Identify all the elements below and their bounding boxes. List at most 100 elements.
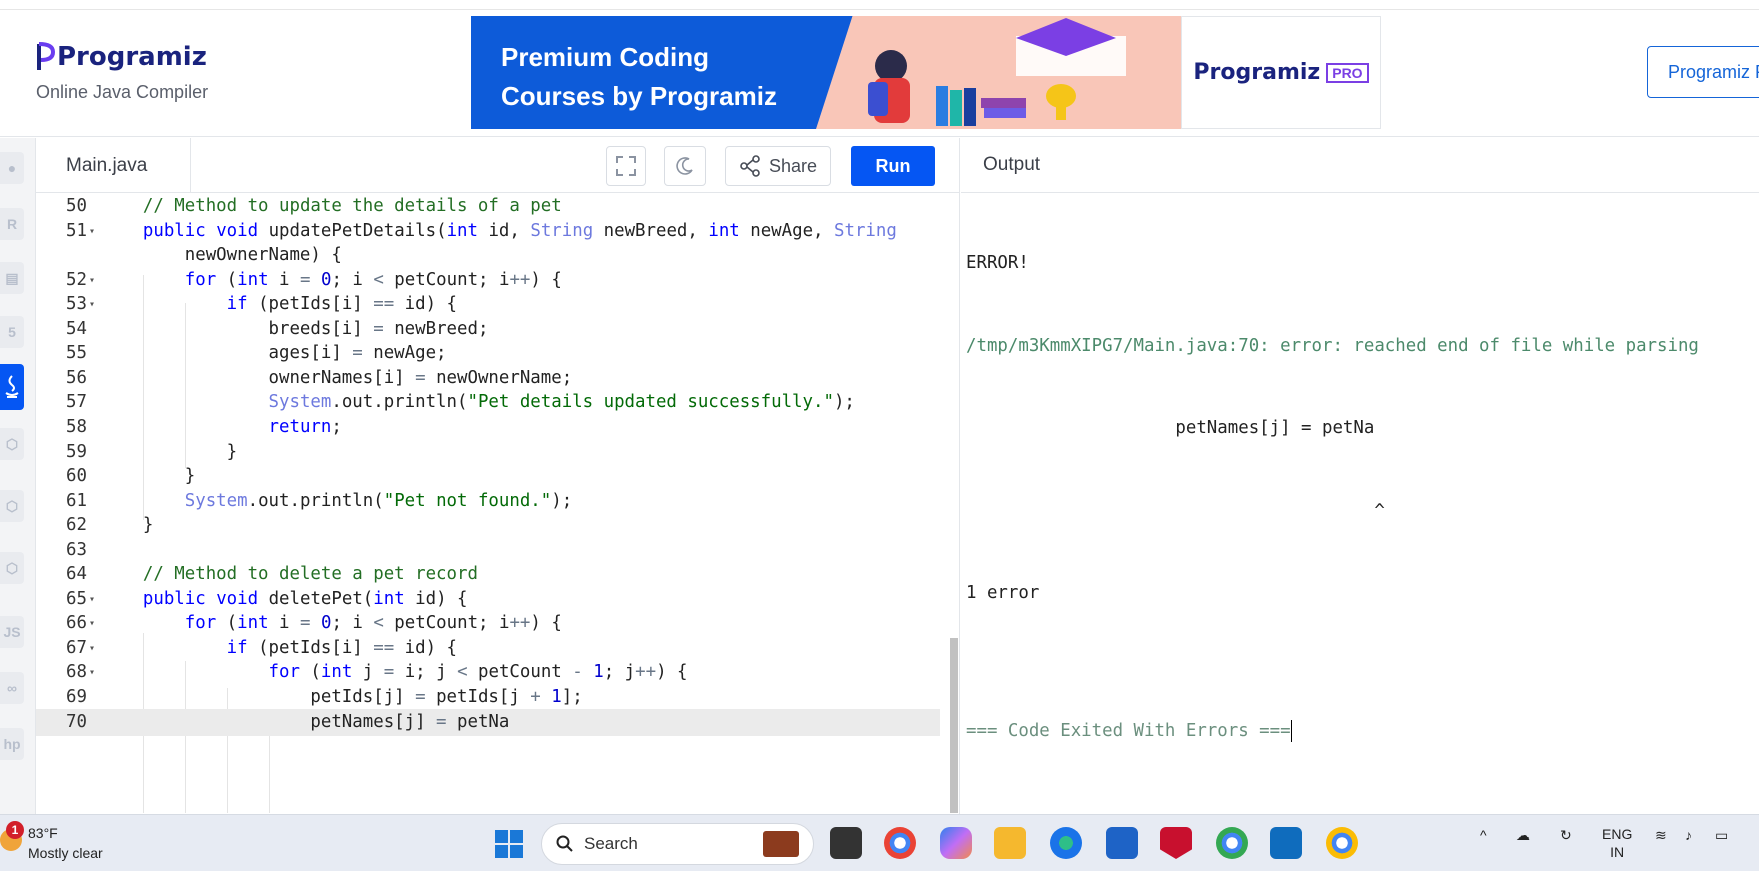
file-tab-main-java[interactable]: Main.java: [36, 138, 191, 193]
code-line[interactable]: 64 // Method to delete a pet record: [36, 561, 940, 589]
code-line[interactable]: 54 breeds[i] = newBreed;: [36, 316, 940, 344]
copilot-icon[interactable]: [940, 827, 972, 859]
mcafee-icon[interactable]: [1160, 827, 1192, 859]
code-line[interactable]: 53 ▾ if (petIds[i] == id) {: [36, 291, 940, 319]
taskbar-search[interactable]: Search: [541, 823, 814, 865]
code-text: if (petIds[i] == id) {: [226, 294, 458, 315]
outlook-icon[interactable]: [1270, 827, 1302, 859]
chrome-profile-icon[interactable]: [1216, 827, 1248, 859]
output-line: /tmp/m3KmmXIPG7/Main.java:70: error: rea…: [966, 335, 1699, 356]
store-icon[interactable]: [1106, 827, 1138, 859]
output-title: Output: [983, 154, 1041, 175]
c-lang-icon[interactable]: ⬡: [0, 428, 24, 460]
code-line[interactable]: 69 petIds[j] = petIds[j + 1];: [36, 684, 940, 712]
banner-pro-panel[interactable]: Programiz PRO: [1181, 16, 1381, 129]
notification-badge: 1: [6, 821, 24, 839]
code-area[interactable]: 50 // Method to update the details of a …: [36, 193, 960, 814]
output-line: === Code Exited With Errors ===: [966, 720, 1291, 741]
line-number: 53: [66, 294, 87, 315]
banner-text: Premium Coding Courses by Programiz: [501, 38, 777, 116]
chrome-alt-icon[interactable]: [1326, 827, 1358, 859]
html-icon[interactable]: 5: [0, 316, 24, 348]
language-sidebar: ● R ▤ 5 ⬡ ⬡ ⬡ JS ∞ hp: [0, 138, 36, 814]
code-line[interactable]: 51 ▾ public void updatePetDetails(int id,…: [36, 218, 940, 246]
weather-widget[interactable]: 83°F Mostly clear: [28, 823, 103, 863]
output-panel: Output ERROR! /tmp/m3KmmXIPG7/Main.java:…: [961, 138, 1759, 814]
site-header: Programiz Online Java Compiler Premium C…: [0, 10, 1759, 137]
code-line[interactable]: 56 ownerNames[i] = newOwnerName;: [36, 365, 940, 393]
share-label: Share: [768, 155, 818, 176]
share-button[interactable]: Share: [725, 146, 831, 186]
python-icon[interactable]: ●: [0, 152, 24, 184]
line-number: 56: [66, 367, 87, 388]
code-text: // Method to delete a pet record: [142, 564, 478, 585]
chrome-icon[interactable]: [884, 827, 916, 859]
brand[interactable]: Programiz Online Java Compiler: [36, 40, 208, 103]
csharp-icon[interactable]: ⬡: [0, 552, 24, 584]
code-line[interactable]: 58 return;: [36, 414, 940, 442]
chevron-up-icon[interactable]: ^: [1480, 827, 1487, 843]
volume-icon[interactable]: ♪: [1685, 827, 1692, 843]
line-number: 63: [66, 539, 87, 560]
code-line[interactable]: 68 ▾ for (int j = i; j < petCount - 1; j+…: [36, 659, 940, 687]
code-line[interactable]: 70 petNames[j] = petNa: [36, 708, 940, 737]
code-line[interactable]: 55 ages[i] = newAge;: [36, 340, 940, 368]
php-icon[interactable]: hp: [0, 728, 24, 760]
edge-icon[interactable]: [1050, 827, 1082, 859]
java-icon[interactable]: [0, 364, 24, 410]
editor-scrollbar[interactable]: [950, 638, 958, 813]
line-number: 60: [66, 466, 87, 487]
brand-name: Programiz: [57, 42, 207, 72]
output-console[interactable]: ERROR! /tmp/m3KmmXIPG7/Main.java:70: err…: [966, 195, 1756, 800]
code-line[interactable]: 63: [36, 537, 940, 565]
code-line[interactable]: newOwnerName) {: [36, 242, 940, 270]
code-line[interactable]: 62 }: [36, 512, 940, 540]
task-view-icon[interactable]: [830, 827, 862, 859]
code-text: System.out.println("Pet not found.");: [184, 490, 573, 511]
database-icon[interactable]: ▤: [0, 262, 24, 294]
fold-toggle-icon[interactable]: ▾: [89, 659, 95, 687]
code-line[interactable]: 61 System.out.println("Pet not found.");: [36, 488, 940, 516]
onedrive-icon[interactable]: ☁: [1516, 827, 1530, 844]
r-lang-icon[interactable]: R: [0, 208, 24, 240]
fold-toggle-icon[interactable]: ▾: [89, 635, 95, 663]
sync-icon[interactable]: ↻: [1560, 827, 1572, 844]
go-icon[interactable]: ∞: [0, 672, 24, 704]
promo-banner[interactable]: Premium Coding Courses by Programiz: [471, 16, 1181, 129]
code-line[interactable]: 59 }: [36, 439, 940, 467]
code-line[interactable]: 67 ▾ if (petIds[i] == id) {: [36, 635, 940, 663]
code-line[interactable]: 66 ▾ for (int i = 0; i < petCount; i++) {: [36, 610, 940, 638]
line-number: 67: [66, 637, 87, 658]
line-number: 61: [66, 490, 87, 511]
programiz-pro-button[interactable]: Programiz PRO: [1647, 46, 1759, 98]
line-number: 66: [66, 613, 87, 634]
line-number: 64: [66, 564, 87, 585]
code-text: System.out.println("Pet details updated …: [268, 392, 855, 413]
programiz-logo[interactable]: Programiz: [36, 40, 208, 74]
fold-toggle-icon[interactable]: ▾: [89, 218, 95, 246]
line-number: 52: [66, 269, 87, 290]
fold-toggle-icon[interactable]: ▾: [89, 291, 95, 319]
dark-mode-button[interactable]: [664, 146, 706, 186]
fold-toggle-icon[interactable]: ▾: [89, 267, 95, 295]
battery-icon[interactable]: ▭: [1715, 827, 1728, 844]
line-number: 50: [66, 196, 87, 216]
code-line[interactable]: 60 }: [36, 463, 940, 491]
cpp-icon[interactable]: ⬡: [0, 490, 24, 522]
browser-top-edge: [0, 0, 1759, 10]
javascript-icon[interactable]: JS: [0, 616, 24, 648]
code-line[interactable]: 65 ▾ public void deletePet(int id) {: [36, 586, 940, 614]
fold-toggle-icon[interactable]: ▾: [89, 610, 95, 638]
code-line[interactable]: 52 ▾ for (int i = 0; i < petCount; i++) {: [36, 267, 940, 295]
wifi-icon[interactable]: ≋: [1655, 827, 1667, 844]
code-line[interactable]: 57 System.out.println("Pet details updat…: [36, 389, 940, 417]
file-explorer-icon[interactable]: [994, 827, 1026, 859]
run-button[interactable]: Run: [851, 146, 935, 186]
fold-toggle-icon[interactable]: ▾: [89, 586, 95, 614]
code-line[interactable]: 50 // Method to update the details of a …: [36, 193, 940, 221]
fullscreen-button[interactable]: [606, 146, 646, 186]
fullscreen-icon: [616, 156, 636, 176]
windows-start-icon[interactable]: [495, 830, 523, 858]
code-text: public void deletePet(int id) {: [142, 588, 468, 609]
language-indicator[interactable]: ENG IN: [1602, 825, 1632, 861]
